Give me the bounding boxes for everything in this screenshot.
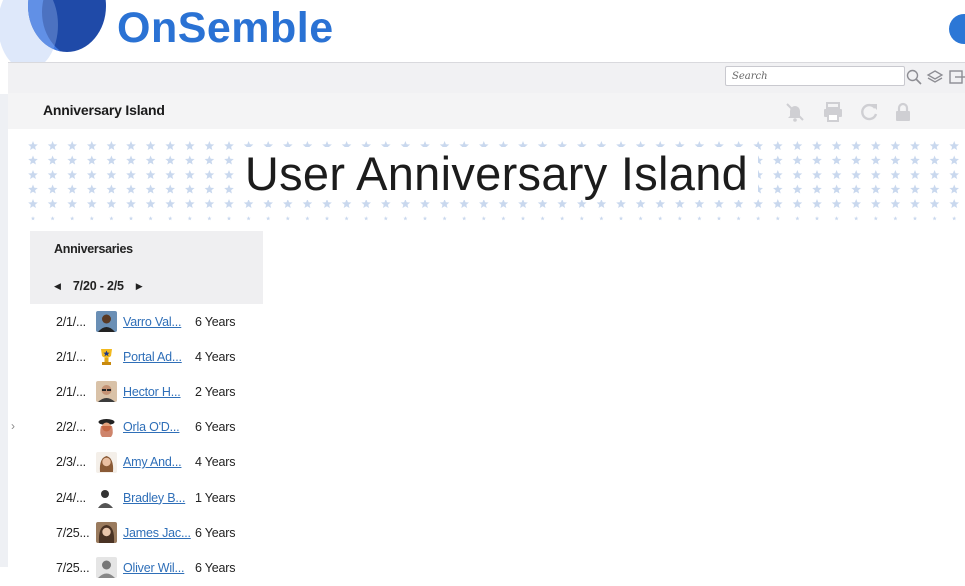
anniversary-date: 2/4/... (56, 490, 86, 505)
brand-bar: OnSemble (0, 0, 965, 62)
anniversary-years: 4 Years (195, 349, 236, 364)
notifications-off-icon[interactable] (784, 101, 806, 123)
prev-range-icon[interactable]: ◀ (54, 281, 61, 292)
search-input[interactable] (725, 66, 905, 86)
lock-icon[interactable] (892, 101, 914, 123)
avatar[interactable] (96, 522, 117, 544)
avatar[interactable] (96, 311, 117, 333)
user-link[interactable]: James Jac... (123, 526, 191, 540)
anniversary-years: 6 Years (195, 314, 236, 329)
anniversary-years: 1 Years (195, 490, 236, 505)
date-range-nav: ◀ 7/20 - 2/5 ▶ (54, 278, 143, 294)
widget-header: Anniversaries ◀ 7/20 - 2/5 ▶ (30, 231, 263, 304)
anniversary-years: 6 Years (195, 525, 236, 540)
toolbar (8, 62, 965, 94)
anniversary-years: 4 Years (195, 455, 236, 470)
page-title: Anniversary Island (43, 102, 165, 118)
search-icon[interactable] (905, 68, 923, 86)
anniversary-row: 2/2/... Orla O'D... 6 Years (30, 410, 263, 445)
anniversary-date: 2/2/... (56, 420, 86, 435)
avatar[interactable] (96, 346, 117, 368)
user-link[interactable]: Varro Val... (123, 315, 181, 329)
anniversary-date: 2/1/... (56, 314, 86, 329)
user-link[interactable]: Hector H... (123, 385, 181, 399)
anniversary-years: 2 Years (195, 384, 236, 399)
banner: User Anniversary Island (28, 136, 965, 222)
print-icon[interactable] (822, 101, 844, 123)
brand-logo-icon[interactable] (0, 0, 106, 62)
user-link[interactable]: Oliver Wil... (123, 561, 184, 575)
widget-title: Anniversaries (54, 242, 133, 256)
anniversary-list: 2/1/... Varro Val... 6 Years 2/1/... Portal … (30, 304, 263, 586)
avatar[interactable] (96, 416, 117, 438)
anniversary-row: 2/3/... Amy And... 4 Years (30, 445, 263, 480)
anniversary-row: 2/1/... Portal Ad... 4 Years (30, 339, 263, 374)
anniversary-row: 7/25... Oliver Wil... 6 Years (30, 550, 263, 585)
banner-title: User Anniversary Island (234, 147, 759, 200)
layers-icon[interactable] (926, 68, 944, 86)
anniversary-row: 2/1/... Hector H... 2 Years (30, 374, 263, 409)
avatar[interactable] (96, 451, 117, 473)
anniversary-row: 7/25... James Jac... 6 Years (30, 515, 263, 550)
next-range-icon[interactable]: ▶ (136, 281, 143, 292)
anniversary-row: 2/4/... Bradley B... 1 Years (30, 480, 263, 515)
anniversary-date: 2/1/... (56, 384, 86, 399)
anniversary-row: 2/1/... Varro Val... 6 Years (30, 304, 263, 339)
avatar[interactable] (96, 557, 117, 579)
avatar[interactable] (96, 487, 117, 509)
exit-icon[interactable] (948, 68, 965, 86)
user-link[interactable]: Bradley B... (123, 491, 185, 505)
sidebar-collapse-handle[interactable] (0, 94, 8, 567)
user-avatar[interactable] (949, 14, 965, 44)
user-link[interactable]: Amy And... (123, 455, 182, 469)
anniversary-years: 6 Years (195, 420, 236, 435)
anniversaries-widget: Anniversaries ◀ 7/20 - 2/5 ▶ 2/1/... Varr… (30, 231, 263, 579)
brand-name[interactable]: OnSemble (117, 7, 334, 50)
user-link[interactable]: Portal Ad... (123, 350, 182, 364)
anniversary-years: 6 Years (195, 560, 236, 575)
anniversary-date: 7/25... (56, 560, 90, 575)
refresh-icon[interactable] (858, 101, 880, 123)
anniversary-date: 7/25... (56, 525, 90, 540)
expand-sidebar-icon[interactable]: › (11, 419, 15, 433)
date-range-label: 7/20 - 2/5 (72, 279, 124, 293)
avatar[interactable] (96, 381, 117, 403)
anniversary-date: 2/1/... (56, 349, 86, 364)
anniversary-date: 2/3/... (56, 455, 86, 470)
user-link[interactable]: Orla O'D... (123, 420, 180, 434)
page-header: Anniversary Island (8, 93, 965, 129)
